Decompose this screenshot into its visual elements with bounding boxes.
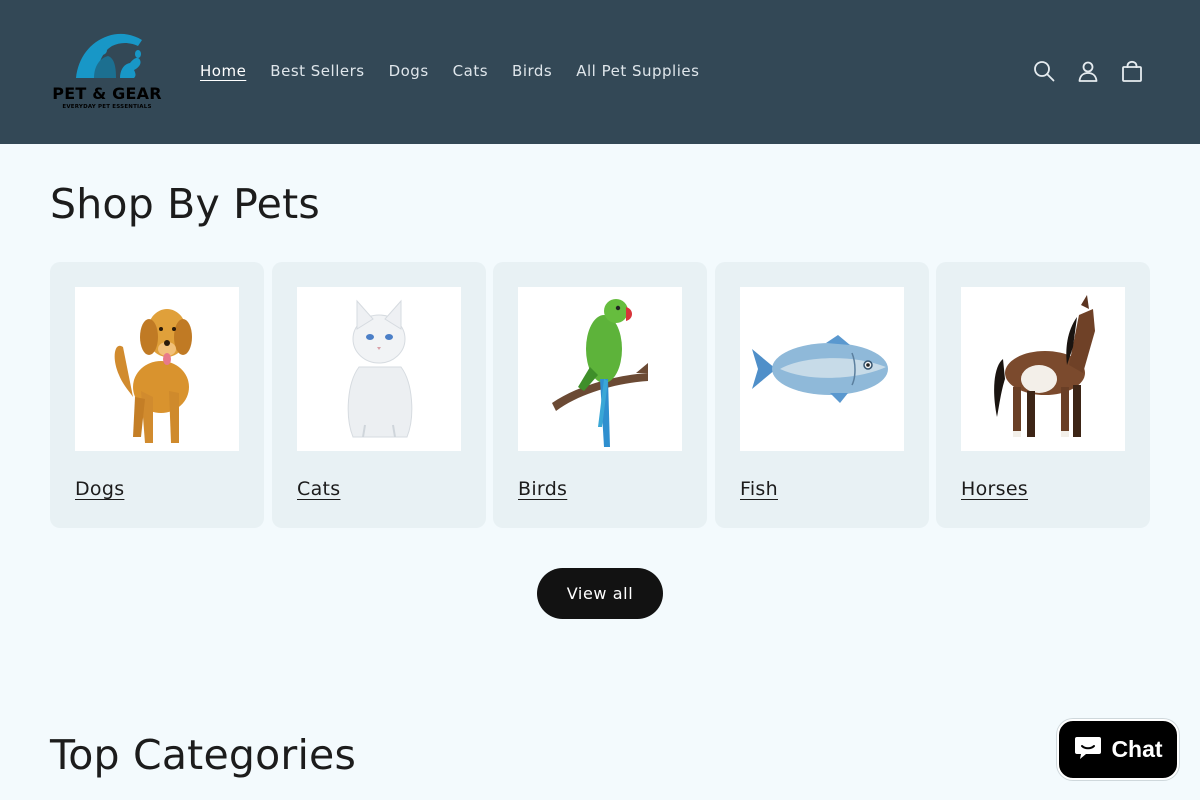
pet-card-dogs[interactable]: Dogs <box>50 262 264 528</box>
view-all-button[interactable]: View all <box>537 568 663 619</box>
search-icon[interactable] <box>1030 57 1058 85</box>
pet-card-label[interactable]: Fish <box>740 478 778 500</box>
pet-card-fish[interactable]: Fish <box>715 262 929 528</box>
pet-logo-icon <box>76 33 142 78</box>
pet-card-cats[interactable]: Cats <box>272 262 486 528</box>
chat-bubble-icon <box>1073 734 1103 766</box>
cart-icon[interactable] <box>1118 57 1146 85</box>
chat-label: Chat <box>1111 736 1163 762</box>
brand-tagline: EVERYDAY PET ESSENTIALS <box>62 104 152 110</box>
pet-card-label[interactable]: Dogs <box>75 478 124 500</box>
pet-cards-grid: Dogs Cats Birds Fish Horses <box>50 262 1150 528</box>
brand-name: PET & GEAR <box>52 84 162 103</box>
pet-card-label[interactable]: Cats <box>297 478 340 500</box>
brand-logo[interactable]: PET & GEAR EVERYDAY PET ESSENTIALS <box>52 28 162 114</box>
pet-card-birds[interactable]: Birds <box>493 262 707 528</box>
nav-dogs[interactable]: Dogs <box>377 58 441 84</box>
green-parrot-image <box>518 287 682 451</box>
nav-cats[interactable]: Cats <box>441 58 500 84</box>
pet-card-label[interactable]: Birds <box>518 478 567 500</box>
nav-home[interactable]: Home <box>188 58 258 84</box>
pet-card-horses[interactable]: Horses <box>936 262 1150 528</box>
nav-best-sellers[interactable]: Best Sellers <box>258 58 376 84</box>
brown-white-horse-image <box>961 287 1125 451</box>
section-title-shop-by-pets: Shop By Pets <box>50 180 320 228</box>
section-title-top-categories: Top Categories <box>50 731 357 779</box>
main-nav: Home Best Sellers Dogs Cats Birds All Pe… <box>188 58 711 84</box>
chat-button[interactable]: Chat <box>1057 719 1179 780</box>
account-icon[interactable] <box>1074 57 1102 85</box>
pet-card-label[interactable]: Horses <box>961 478 1028 500</box>
white-cat-image <box>297 287 461 451</box>
nav-all-pet-supplies[interactable]: All Pet Supplies <box>564 58 711 84</box>
golden-retriever-image <box>75 287 239 451</box>
blue-fish-image <box>740 287 904 451</box>
site-header: PET & GEAR EVERYDAY PET ESSENTIALS Home … <box>0 0 1200 144</box>
nav-birds[interactable]: Birds <box>500 58 564 84</box>
